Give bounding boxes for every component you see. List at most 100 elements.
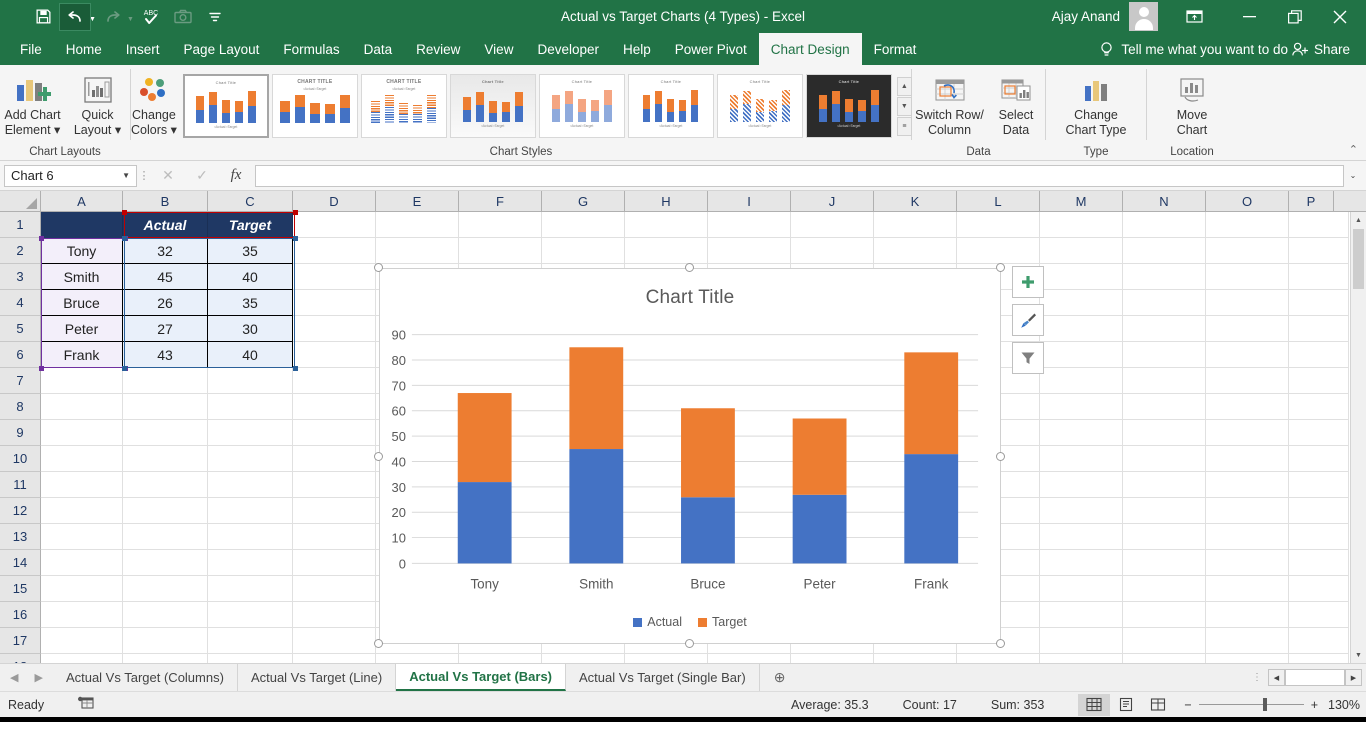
column-header-p[interactable]: P — [1289, 191, 1334, 211]
vertical-scroll-thumb[interactable] — [1353, 229, 1364, 289]
cell-m3[interactable] — [1040, 264, 1123, 290]
cell-f2[interactable] — [459, 238, 542, 264]
cell-c17[interactable] — [208, 628, 293, 654]
collapse-ribbon-button[interactable]: ⌃ — [1349, 143, 1358, 156]
column-header-m[interactable]: M — [1040, 191, 1123, 211]
cell-k1[interactable] — [874, 212, 957, 238]
enter-icon[interactable]: ✓ — [185, 165, 219, 187]
row-header-5[interactable]: 5 — [0, 316, 41, 342]
cell-e1[interactable] — [376, 212, 459, 238]
add-sheet-button[interactable]: ⊕ — [760, 664, 800, 691]
share-button[interactable]: Share — [1292, 42, 1356, 57]
cell-d11[interactable] — [293, 472, 376, 498]
sheet-tab-actual-vs-target-single-bar[interactable]: Actual Vs Target (Single Bar) — [566, 664, 760, 691]
tab-review[interactable]: Review — [404, 33, 472, 65]
column-header-g[interactable]: G — [542, 191, 625, 211]
save-icon[interactable] — [28, 4, 58, 30]
cell-a17[interactable] — [41, 628, 123, 654]
cell-n11[interactable] — [1123, 472, 1206, 498]
chart-style-option-1[interactable]: Chart Title ▪Actual ▪Target — [182, 74, 269, 138]
cell-p4[interactable] — [1289, 290, 1349, 316]
column-header-i[interactable]: I — [708, 191, 791, 211]
cell-b15[interactable] — [123, 576, 208, 602]
cell-d4[interactable] — [293, 290, 376, 316]
cell-o14[interactable] — [1206, 550, 1289, 576]
scroll-up-button[interactable]: ▲ — [1351, 212, 1366, 228]
sheet-nav-next-button[interactable]: ▶ — [34, 671, 42, 684]
cell-m11[interactable] — [1040, 472, 1123, 498]
cell-m13[interactable] — [1040, 524, 1123, 550]
change-chart-type-button[interactable]: Change Chart Type — [1054, 70, 1138, 138]
chart-style-option-7[interactable]: Chart Title ▪Actual ▪Target — [716, 74, 803, 138]
row-header-14[interactable]: 14 — [0, 550, 41, 576]
cell-a1[interactable] — [41, 212, 123, 238]
cell-a3[interactable]: Smith — [41, 264, 123, 290]
cell-g18[interactable] — [542, 654, 625, 663]
cell-p17[interactable] — [1289, 628, 1349, 654]
cell-j1[interactable] — [791, 212, 874, 238]
cell-j2[interactable] — [791, 238, 874, 264]
column-header-b[interactable]: B — [123, 191, 208, 211]
row-header-12[interactable]: 12 — [0, 498, 41, 524]
cell-b8[interactable] — [123, 394, 208, 420]
row-header-6[interactable]: 6 — [0, 342, 41, 368]
page-break-preview-button[interactable] — [1142, 694, 1174, 716]
tab-insert[interactable]: Insert — [114, 33, 172, 65]
cell-p10[interactable] — [1289, 446, 1349, 472]
cell-o9[interactable] — [1206, 420, 1289, 446]
redo-dropdown-caret[interactable]: ▼ — [127, 11, 134, 23]
cell-a4[interactable]: Bruce — [41, 290, 123, 316]
cell-d3[interactable] — [293, 264, 376, 290]
chart-handle-top-center[interactable] — [685, 263, 694, 272]
name-box[interactable]: Chart 6 ▼ — [4, 164, 137, 187]
cell-a13[interactable] — [41, 524, 123, 550]
tab-split-grip[interactable]: ⋮ — [1252, 672, 1262, 683]
cell-b10[interactable] — [123, 446, 208, 472]
column-header-c[interactable]: C — [208, 191, 293, 211]
cell-g1[interactable] — [542, 212, 625, 238]
zoom-in-button[interactable]: + — [1311, 698, 1318, 712]
camera-icon[interactable] — [168, 4, 198, 30]
cell-d13[interactable] — [293, 524, 376, 550]
hscroll-track[interactable] — [1285, 669, 1345, 686]
cell-p8[interactable] — [1289, 394, 1349, 420]
restore-button[interactable] — [1272, 0, 1317, 33]
cell-a6[interactable]: Frank — [41, 342, 123, 368]
cell-n18[interactable] — [1123, 654, 1206, 663]
cell-b16[interactable] — [123, 602, 208, 628]
row-header-4[interactable]: 4 — [0, 290, 41, 316]
cell-c15[interactable] — [208, 576, 293, 602]
cell-o3[interactable] — [1206, 264, 1289, 290]
cell-p7[interactable] — [1289, 368, 1349, 394]
cell-p16[interactable] — [1289, 602, 1349, 628]
move-chart-button[interactable]: Move Chart — [1161, 70, 1223, 138]
gallery-scroll-down-button[interactable]: ▼ — [896, 96, 912, 116]
row-header-11[interactable]: 11 — [0, 472, 41, 498]
sheet-tab-actual-vs-target-line[interactable]: Actual Vs Target (Line) — [237, 664, 397, 691]
cell-m18[interactable] — [1040, 654, 1123, 663]
cell-c13[interactable] — [208, 524, 293, 550]
cell-c2[interactable]: 35 — [208, 238, 293, 264]
tab-page-layout[interactable]: Page Layout — [172, 33, 272, 65]
cell-b17[interactable] — [123, 628, 208, 654]
cell-p11[interactable] — [1289, 472, 1349, 498]
row-header-3[interactable]: 3 — [0, 264, 41, 290]
row-header-13[interactable]: 13 — [0, 524, 41, 550]
cell-a14[interactable] — [41, 550, 123, 576]
minimize-button[interactable] — [1227, 0, 1272, 33]
tab-format[interactable]: Format — [862, 33, 929, 65]
avatar[interactable] — [1129, 2, 1158, 31]
row-header-8[interactable]: 8 — [0, 394, 41, 420]
tab-power-pivot[interactable]: Power Pivot — [663, 33, 759, 65]
cell-o15[interactable] — [1206, 576, 1289, 602]
column-header-k[interactable]: K — [874, 191, 957, 211]
cell-h1[interactable] — [625, 212, 708, 238]
tab-developer[interactable]: Developer — [525, 33, 611, 65]
cancel-icon[interactable]: ✕ — [151, 165, 185, 187]
cell-n9[interactable] — [1123, 420, 1206, 446]
column-header-j[interactable]: J — [791, 191, 874, 211]
cell-c14[interactable] — [208, 550, 293, 576]
add-chart-element-button[interactable]: Add Chart Element ▾ — [0, 70, 65, 138]
switch-row-column-button[interactable]: Switch Row/ Column — [912, 70, 987, 138]
chart-style-option-4[interactable]: Chart Title ▪Actual ▪Target — [449, 74, 536, 138]
